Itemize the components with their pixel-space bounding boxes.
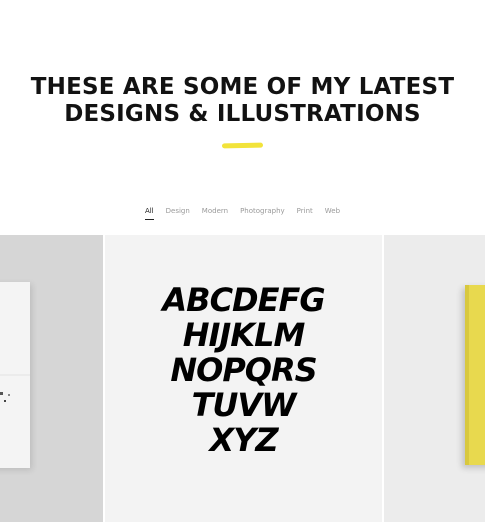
filter-print[interactable]: Print	[297, 207, 313, 220]
lettering-row: ABCDEFG	[162, 281, 325, 319]
filter-modern[interactable]: Modern	[202, 207, 228, 220]
heading-line-1: THESE ARE SOME OF MY LATEST	[30, 74, 455, 100]
filter-design[interactable]: Design	[166, 207, 190, 220]
portfolio-item-lettering[interactable]: ABCDEFG HIJKLM NOPQRS TUVW XYZ	[105, 235, 382, 522]
filter-all[interactable]: All	[144, 207, 154, 220]
portfolio-gallery: ABCDEFG HIJKLM NOPQRS TUVW XYZ	[0, 235, 485, 522]
brush-lettering-artwork: ABCDEFG HIJKLM NOPQRS TUVW XYZ	[105, 283, 382, 458]
scattered-squares-graphic	[0, 374, 30, 402]
lettering-row: HIJKLM	[182, 316, 306, 354]
heading-line-2: DESIGNS & ILLUSTRATIONS	[64, 101, 421, 127]
yellow-book-image	[465, 285, 485, 465]
filter-photography[interactable]: Photography	[240, 207, 285, 220]
lettering-row: TUVW	[191, 386, 297, 424]
portfolio-item-paper[interactable]	[0, 235, 103, 522]
heading-accent-underline	[221, 142, 264, 149]
lettering-row: NOPQRS	[170, 351, 317, 389]
portfolio-item-yellow-book[interactable]	[384, 235, 485, 522]
section-heading: THESE ARE SOME OF MY LATEST DESIGNS & IL…	[0, 74, 485, 128]
lettering-row: XYZ	[209, 421, 278, 459]
filter-web[interactable]: Web	[325, 207, 340, 220]
folded-paper-image	[0, 282, 30, 468]
portfolio-filters: All Design Modern Photography Print Web	[0, 207, 485, 220]
